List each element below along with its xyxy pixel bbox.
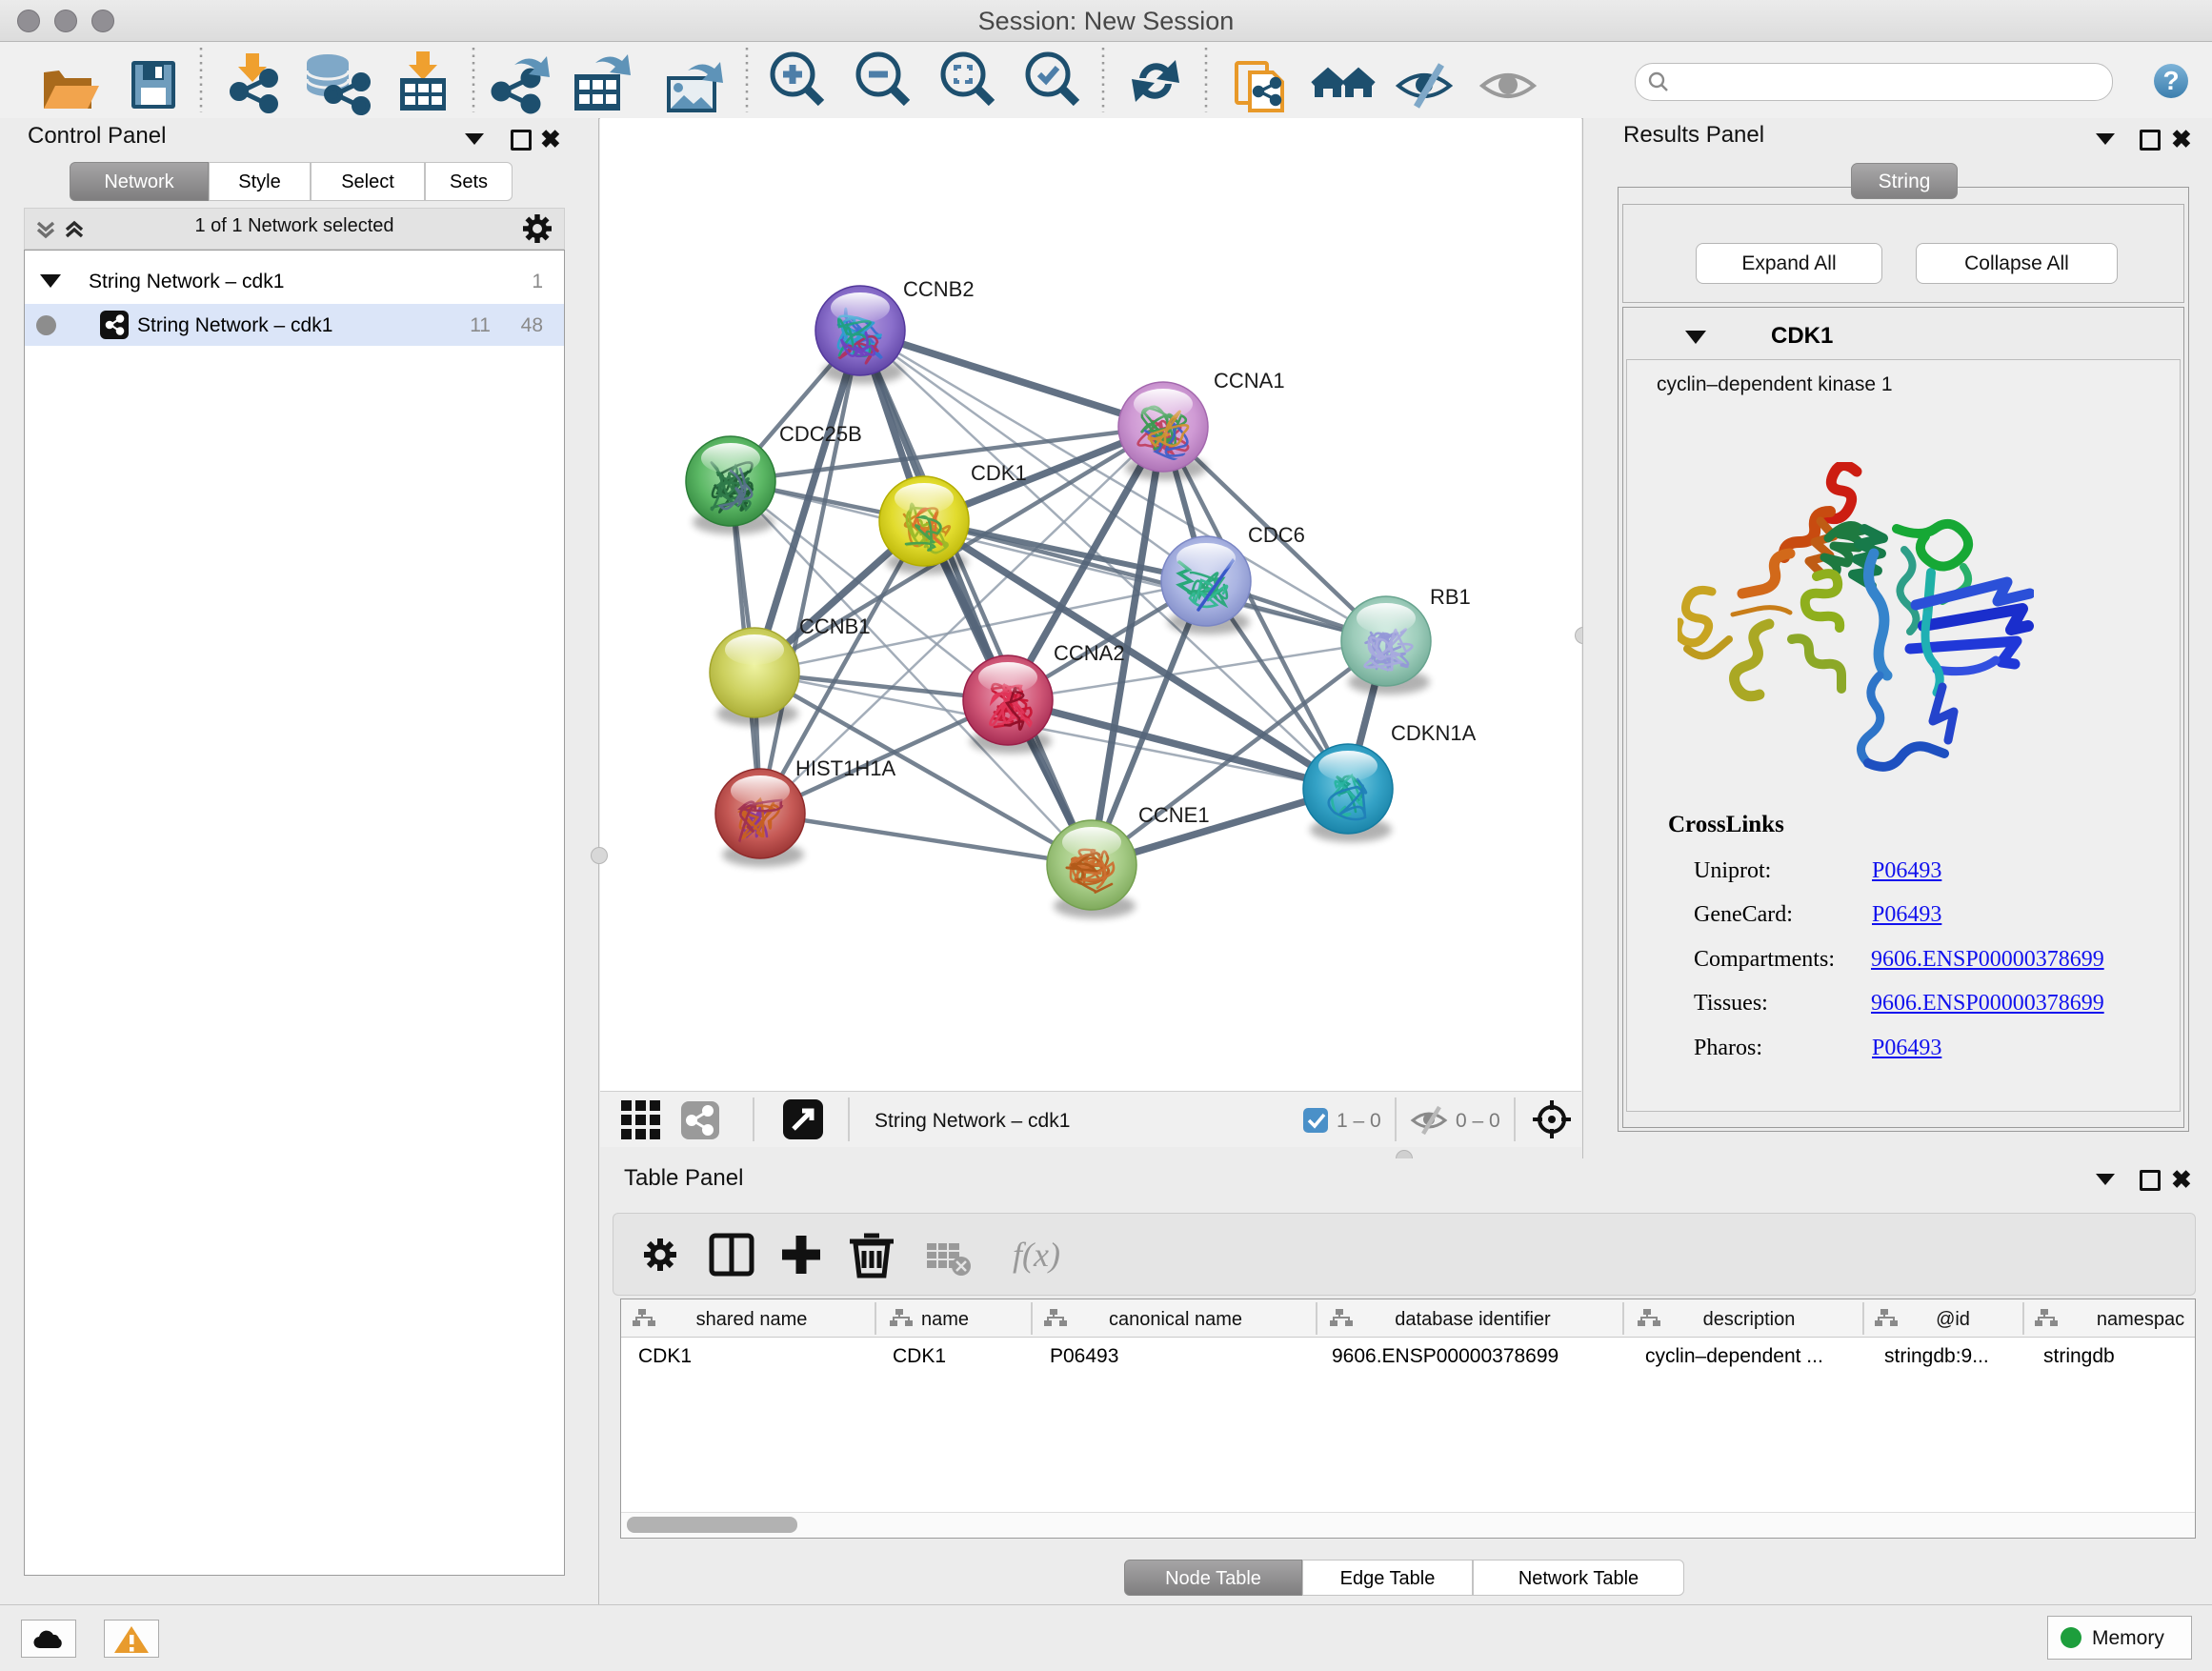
svg-text:CCNA2: CCNA2 <box>1054 641 1125 665</box>
svg-text:name: name <box>921 1309 969 1330</box>
svg-text:CCNB1: CCNB1 <box>799 614 871 638</box>
svg-text:CDC6: CDC6 <box>1248 523 1305 547</box>
svg-text:shared name: shared name <box>696 1309 808 1330</box>
svg-text:description: description <box>1703 1309 1796 1330</box>
svg-text:RB1: RB1 <box>1430 585 1471 609</box>
svg-text:canonical name: canonical name <box>1109 1309 1242 1330</box>
svg-text:0 – 0: 0 – 0 <box>1456 1110 1500 1132</box>
svg-text:f(x): f(x) <box>1013 1236 1060 1274</box>
svg-text:CCNE1: CCNE1 <box>1138 803 1210 827</box>
svg-text:@id: @id <box>1936 1309 1970 1330</box>
svg-text:CCNB2: CCNB2 <box>903 277 975 301</box>
svg-text:CDK1: CDK1 <box>971 461 1027 485</box>
svg-text:namespac: namespac <box>2097 1309 2184 1330</box>
svg-text:HIST1H1A: HIST1H1A <box>795 756 895 780</box>
svg-text:CCNA1: CCNA1 <box>1214 369 1285 393</box>
svg-text:database identifier: database identifier <box>1395 1309 1551 1330</box>
svg-text:1 – 0: 1 – 0 <box>1337 1110 1381 1132</box>
svg-text:String Network – cdk1: String Network – cdk1 <box>875 1110 1070 1132</box>
svg-text:CDKN1A: CDKN1A <box>1391 721 1477 745</box>
svg-text:CDC25B: CDC25B <box>779 422 862 446</box>
